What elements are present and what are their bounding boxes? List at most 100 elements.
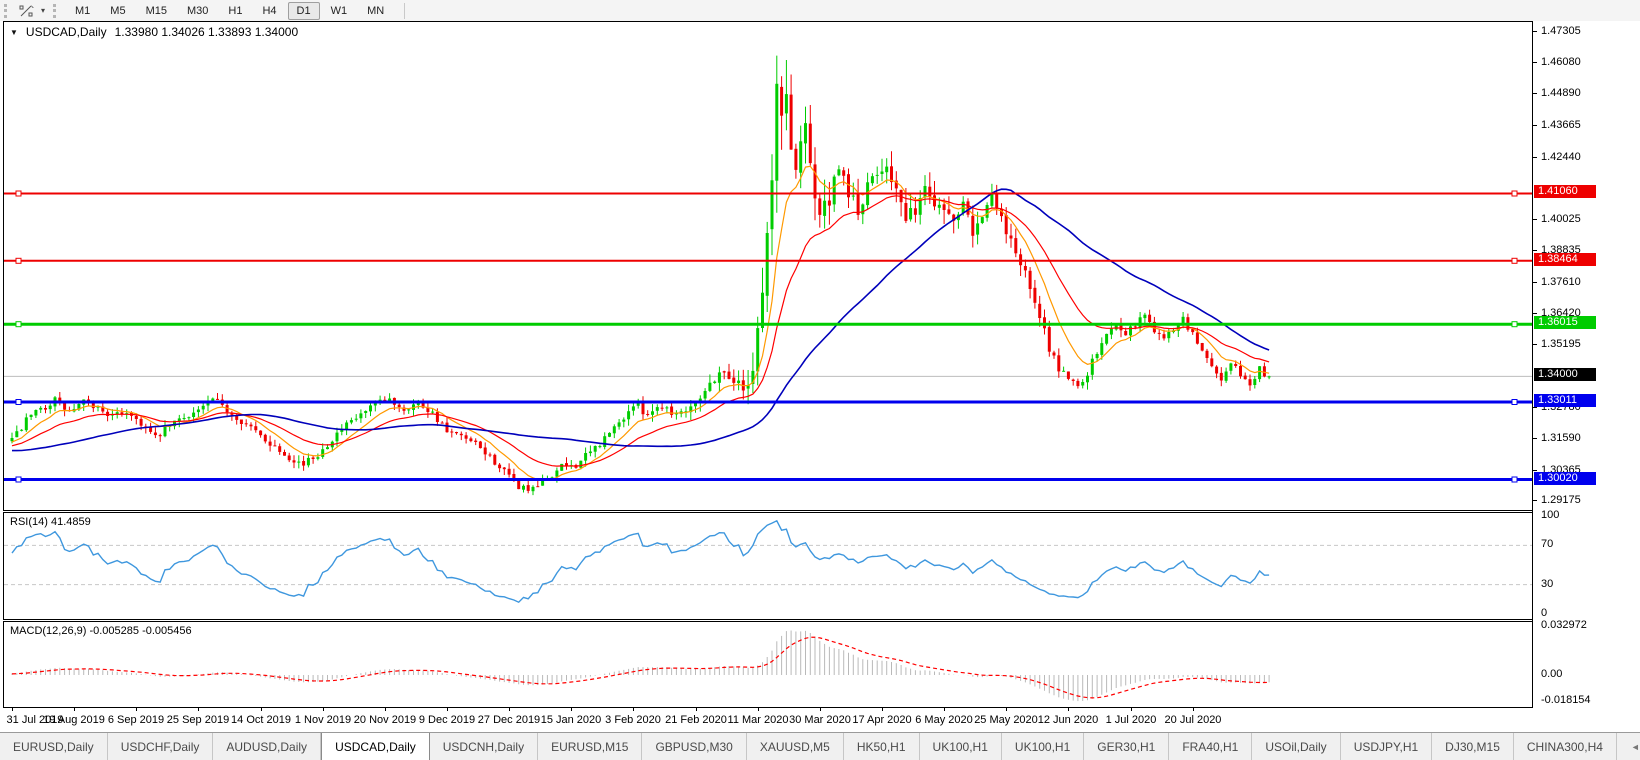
macd-label: MACD(12,26,9) -0.005285 -0.005456: [10, 625, 192, 637]
price-tick-mark: [1533, 344, 1537, 345]
date-label: 21 Feb 2020: [665, 714, 727, 726]
chart-tab-uk100-h1[interactable]: UK100,H1: [1002, 733, 1085, 760]
dropdown-caret-icon[interactable]: ▾: [37, 6, 49, 15]
date-tick-mark: [385, 707, 386, 711]
price-tick-label: 1.47305: [1541, 25, 1581, 37]
chart-tab-uk100-h1[interactable]: UK100,H1: [920, 733, 1002, 760]
tab-scroll-left-icon[interactable]: ◄: [1631, 742, 1640, 752]
price-tick-label: 1.42440: [1541, 151, 1581, 163]
date-tick-mark: [882, 707, 883, 711]
price-tick-mark: [1533, 93, 1537, 94]
macd-axis-label: -0.018154: [1541, 694, 1591, 706]
chart-tab-xauusd-m5[interactable]: XAUUSD,M5: [747, 733, 844, 760]
price-level-label: 1.36015: [1534, 316, 1596, 329]
price-tick-mark: [1533, 282, 1537, 283]
date-label: 15 Jan 2020: [540, 714, 602, 726]
rsi-axis-label: 100: [1541, 509, 1560, 521]
chart-tab-usdcad-daily[interactable]: USDCAD,Daily: [321, 733, 430, 760]
line-handle[interactable]: [1511, 257, 1518, 264]
chart-tab-usdjpy-h1[interactable]: USDJPY,H1: [1341, 733, 1433, 760]
timeframe-button-h1[interactable]: H1: [219, 2, 251, 20]
chart-tab-audusd-daily[interactable]: AUDUSD,Daily: [213, 733, 322, 760]
date-tick-mark: [1193, 707, 1194, 711]
chart-tab-usdchf-daily[interactable]: USDCHF,Daily: [108, 733, 214, 760]
horizontal-line-1.33011[interactable]: [4, 399, 1533, 405]
line-handle[interactable]: [15, 321, 22, 328]
chart-tab-gbpusd-m30[interactable]: GBPUSD,M30: [642, 733, 747, 760]
tab-scroll-arrows: ◄ ►: [1617, 733, 1640, 760]
price-level-label: 1.41060: [1534, 185, 1596, 198]
crosshair-tool-icon[interactable]: [16, 3, 37, 19]
price-tick-label: 1.31590: [1541, 432, 1581, 444]
date-tick-mark: [12, 707, 13, 711]
date-label: 27 Dec 2019: [477, 714, 541, 726]
macd-chart[interactable]: [4, 622, 1533, 705]
price-axis[interactable]: 1.47305 1.46080 1.44890 1.43665 1.42440 1.400…: [1532, 21, 1640, 707]
date-label: 19 Aug 2019: [43, 714, 105, 726]
line-handle[interactable]: [1511, 321, 1518, 328]
price-tick-mark: [1533, 470, 1537, 471]
chart-tab-fra40-h1[interactable]: FRA40,H1: [1169, 733, 1253, 760]
chart-tab-china300-h4[interactable]: CHINA300,H4: [1514, 733, 1617, 760]
macd-axis-label: 0.032972: [1541, 619, 1587, 631]
candlestick-chart[interactable]: [4, 22, 1533, 508]
date-tick-mark: [323, 707, 324, 711]
timeframe-button-h4[interactable]: H4: [253, 2, 285, 20]
chart-tab-ger30-h1[interactable]: GER30,H1: [1084, 733, 1170, 760]
horizontal-line-1.4106[interactable]: [4, 190, 1533, 197]
toolbar-grip-2[interactable]: [53, 3, 58, 18]
price-tick-mark: [1533, 500, 1537, 501]
line-handle[interactable]: [15, 257, 22, 264]
timeframe-button-m1[interactable]: M1: [66, 2, 99, 20]
chart-tabs: EURUSD,Daily USDCHF,Daily AUDUSD,Daily USDC…: [0, 733, 1617, 760]
date-tick-mark: [1006, 707, 1007, 711]
timeframe-button-m30[interactable]: M30: [178, 2, 217, 20]
chart-tab-usoil-daily[interactable]: USOil,Daily: [1252, 733, 1341, 760]
rsi-chart[interactable]: [4, 513, 1533, 617]
line-handle[interactable]: [15, 399, 22, 405]
line-handle[interactable]: [15, 476, 22, 483]
date-axis[interactable]: 31 Jul 2019 19 Aug 2019 6 Sep 2019 25 Sep 2…: [4, 707, 1533, 731]
date-tick-mark: [820, 707, 821, 711]
rsi-pane[interactable]: RSI(14) 41.4859: [3, 512, 1533, 620]
timeframe-button-m15[interactable]: M15: [137, 2, 176, 20]
price-tick-mark: [1533, 313, 1537, 314]
chart-tab-eurusd-m15[interactable]: EURUSD,M15: [538, 733, 643, 760]
chart-tab-dj30-m15[interactable]: DJ30,M15: [1432, 733, 1514, 760]
chart-ohlc-values: 1.33980 1.34026 1.33893 1.34000: [114, 25, 299, 39]
line-handle[interactable]: [1511, 399, 1518, 405]
price-tick-mark: [1533, 62, 1537, 63]
chart-tab-eurusd-daily[interactable]: EURUSD,Daily: [0, 733, 108, 760]
date-label: 20 Nov 2019: [353, 714, 417, 726]
date-tick-mark: [1131, 707, 1132, 711]
date-label: 20 Jul 2020: [1164, 714, 1222, 726]
timeframe-button-d1[interactable]: D1: [287, 1, 320, 20]
line-handle[interactable]: [1511, 476, 1518, 483]
horizontal-line-1.3002[interactable]: [4, 476, 1533, 483]
symbol-dropdown-icon[interactable]: ▼: [10, 28, 18, 37]
date-label: 6 May 2020: [915, 714, 973, 726]
line-handle[interactable]: [1511, 190, 1518, 197]
timeframe-button-w1[interactable]: W1: [322, 2, 357, 20]
price-level-label: 1.30020: [1534, 472, 1596, 485]
line-handle[interactable]: [15, 190, 22, 197]
price-tick-label: 1.43665: [1541, 119, 1581, 131]
macd-pane[interactable]: MACD(12,26,9) -0.005285 -0.005456: [3, 621, 1533, 708]
price-tick-label: 1.37610: [1541, 276, 1581, 288]
date-label: 9 Dec 2019: [418, 714, 476, 726]
price-tick-mark: [1533, 407, 1537, 408]
crosshair-tool-glyph: [19, 4, 34, 16]
chart-tab-hk50-h1[interactable]: HK50,H1: [844, 733, 920, 760]
price-tick-label: 1.46080: [1541, 56, 1581, 68]
timeframe-button-mn[interactable]: MN: [358, 2, 393, 20]
macd-axis-label: 0.00: [1541, 668, 1563, 680]
date-tick-mark: [198, 707, 199, 711]
date-tick-mark: [447, 707, 448, 711]
timeframe-button-m5[interactable]: M5: [101, 2, 134, 20]
chart-tab-usdcnh-daily[interactable]: USDCNH,Daily: [430, 733, 539, 760]
date-label: 25 May 2020: [974, 714, 1038, 726]
price-chart-pane[interactable]: ▼ USDCAD,Daily 1.33980 1.34026 1.33893 1…: [3, 21, 1533, 511]
date-label: 1 Nov 2019: [294, 714, 352, 726]
toolbar-grip[interactable]: [4, 3, 9, 18]
date-tick-mark: [571, 707, 572, 711]
